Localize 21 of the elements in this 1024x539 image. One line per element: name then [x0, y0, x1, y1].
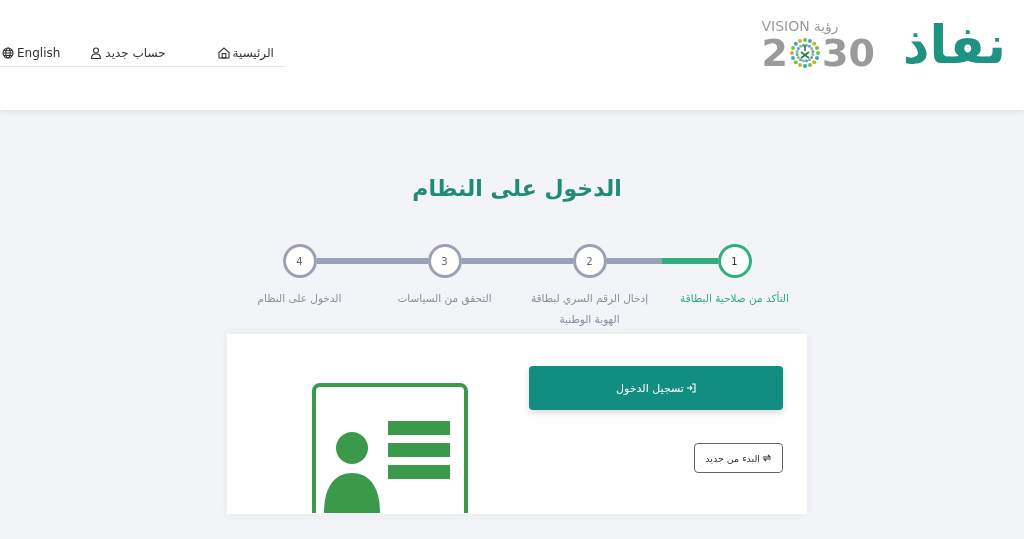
emblem-icon: [787, 36, 822, 70]
brand-logo: نفاذ: [902, 19, 1006, 71]
step-label: الدخول على النظام: [256, 291, 343, 307]
step-label: التأكد من صلاحية البطاقة: [679, 290, 790, 307]
step-circle: 3: [427, 244, 462, 278]
refresh-icon: [762, 453, 772, 463]
nav-link[interactable]: English: [2, 46, 61, 60]
page-title: الدخول على النظام: [412, 176, 622, 201]
step-label: التحقق من السياسات: [396, 291, 493, 307]
step-circle: 4: [282, 244, 317, 278]
step-circle: 2: [572, 244, 607, 278]
home-icon: [217, 47, 230, 59]
sign-in-icon: [685, 383, 696, 393]
nav-link[interactable]: حساب جديد: [90, 46, 166, 60]
login-button[interactable]: تسجيل الدخول: [529, 366, 783, 410]
step-label: إدخال الرقم السري لبطاقة الهوية الوطنية: [529, 291, 650, 328]
restart-button[interactable]: البدء من جديد: [694, 443, 783, 473]
step-circle: 1: [717, 244, 752, 278]
user-icon: [90, 47, 103, 59]
nav-link[interactable]: الرئيسية: [217, 46, 274, 60]
globe-icon: [2, 47, 14, 59]
